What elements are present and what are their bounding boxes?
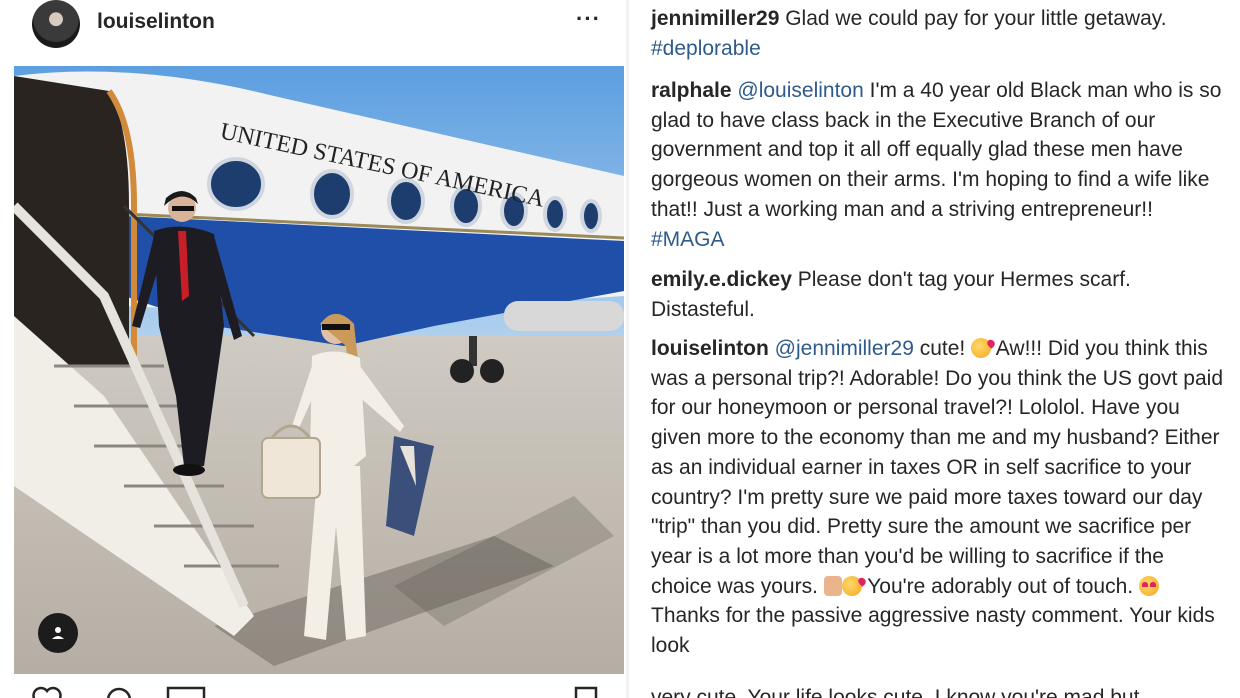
heart-icon[interactable] (32, 686, 62, 698)
comment-item: emily.e.dickey Please don't tag your Her… (651, 265, 1226, 324)
person-icon (52, 627, 64, 639)
comment-mention-link[interactable]: @jennimiller29 (775, 337, 914, 360)
post-photo-illustration: UNITED STATES OF AMERICA (14, 66, 624, 674)
comments-panel: jennimiller29 Glad we could pay for your… (629, 0, 1240, 698)
comment-text: Glad we could pay for your little getawa… (779, 7, 1167, 30)
kiss-emoji-icon (971, 338, 992, 358)
comment-mention-link[interactable]: @louiselinton (737, 79, 863, 102)
avatar[interactable] (32, 0, 80, 48)
comment-item: ralphale @louiselinton I'm a 40 year old… (651, 76, 1226, 254)
instagram-post: louiselinton ··· UNITED STATES OF AMERIC… (0, 0, 626, 698)
kiss-emoji-icon (841, 575, 862, 596)
comment-hashtag-link[interactable]: #MAGA (651, 228, 725, 251)
comment-username[interactable]: ralphale (651, 79, 732, 102)
comment-item: jennimiller29 Glad we could pay for your… (651, 4, 1226, 63)
user-tag-button[interactable] (38, 613, 78, 653)
share-icon[interactable] (166, 686, 206, 698)
comment-username[interactable]: jennimiller29 (651, 7, 779, 30)
comment-icon[interactable] (104, 686, 134, 698)
post-username[interactable]: louiselinton (97, 10, 215, 34)
comment-hashtag-link[interactable]: #deplorable (651, 37, 761, 60)
comment-username[interactable]: louiselinton (651, 337, 769, 360)
comment-cutoff-line: very cute. Your life looks cute. I know … (651, 686, 1140, 698)
comment-username[interactable]: emily.e.dickey (651, 268, 792, 291)
comment-item: louiselinton @jennimiller29 cute! Aw!!! … (651, 334, 1226, 661)
bookmark-icon[interactable] (572, 686, 600, 698)
comment-text: You're adorably out of touch. (861, 574, 1139, 598)
comment-text: Aw!!! Did you think this was a personal … (651, 337, 1224, 598)
heart-emoji-icon (1138, 575, 1159, 596)
comment-text: Thanks for the passive aggressive nasty … (651, 604, 1215, 658)
post-header: louiselinton ··· (0, 0, 626, 52)
more-options-icon[interactable]: ··· (576, 6, 601, 32)
post-photo[interactable]: UNITED STATES OF AMERICA (14, 66, 624, 674)
arm-emoji-icon (823, 575, 842, 596)
post-action-bar (0, 682, 626, 698)
comment-text: cute! (913, 337, 972, 360)
